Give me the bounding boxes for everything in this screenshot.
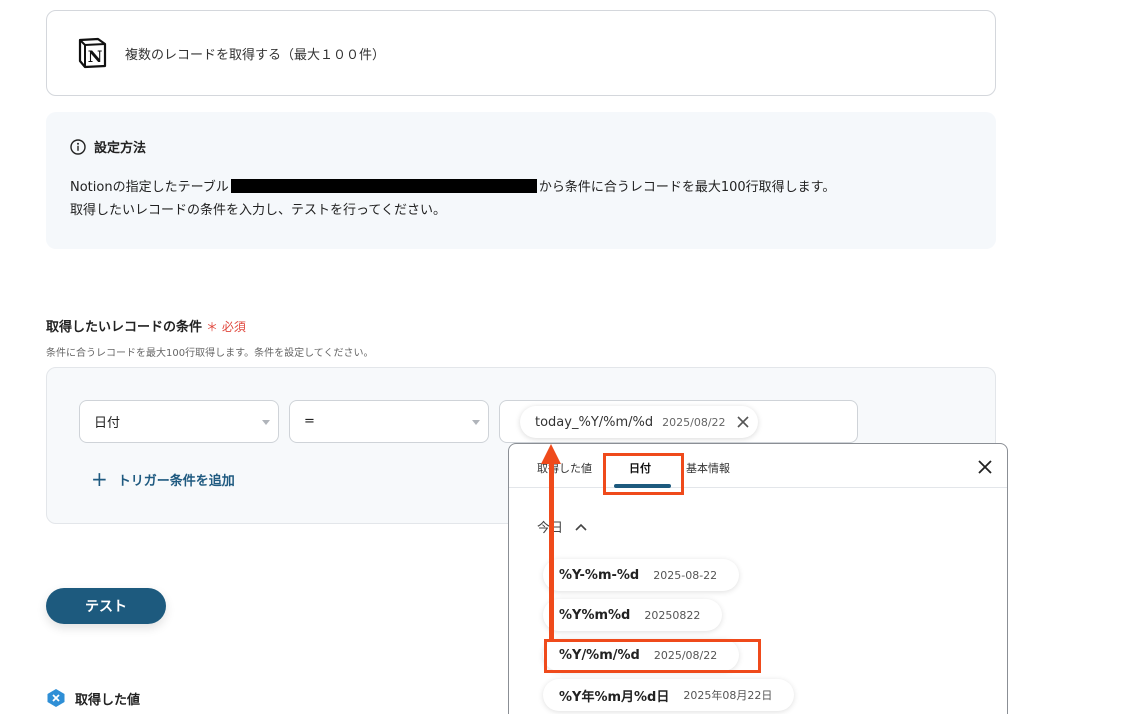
format-example: 20250822 [644,608,701,622]
format-name: %Y%m%d [559,607,631,623]
value-picker-popup: 取得した値 日付 基本情報 今日 %Y-%m-%d 2025-08-22 %Y%… [508,443,1008,714]
retrieved-values-heading: 取得した値 [46,688,140,708]
format-example: 2025-08-22 [653,568,718,582]
condition-label: 取得したいレコードの条件＊ 必須 [46,316,246,335]
field-select-caret-icon [262,420,270,425]
popup-tabs: 取得した値 日付 基本情報 [509,444,1007,495]
info-icon [70,138,86,155]
howto-heading: 設定方法 [70,137,972,156]
howto-line-2: 取得したいレコードの条件を入力し、テストを行ってください。 [70,203,446,218]
howto-line-1-prefix: Notionの指定したテーブル [70,180,229,195]
add-trigger-label: トリガー条件を追加 [117,473,235,489]
condition-label-text: 取得したいレコードの条件 [46,320,203,335]
section-today[interactable]: 今日 [537,517,587,536]
annotation-highlight-format [544,639,761,673]
howto-line-1: Notionの指定したテーブル から条件に合うレコードを最大100行取得します。 [70,176,972,199]
operator-select-value: = [304,414,315,429]
format-item[interactable]: %Y年%m月%d日 2025年08月22日 [543,679,795,711]
howto-panel: 設定方法 Notionの指定したテーブル から条件に合うレコードを最大100行取得… [46,112,996,249]
tab-basic-info[interactable]: 基本情報 [686,460,730,476]
required-mark: ＊ 必須 [206,320,246,334]
token-example: 2025/08/22 [662,415,726,429]
operator-select-caret-icon [472,420,480,425]
chevron-up-icon [575,523,587,531]
remove-token-icon[interactable] [736,415,750,429]
test-button[interactable]: テスト [46,588,166,624]
annotation-arrow-line [549,462,554,642]
annotation-arrow-head [541,444,561,464]
notion-logo-icon: N [78,37,107,69]
variable-x-icon [47,689,65,707]
close-icon[interactable] [977,459,993,475]
action-title: 複数のレコードを取得する（最大１００件） [125,47,386,63]
format-example: 2025年08月22日 [683,689,773,702]
action-card: N 複数のレコードを取得する（最大１００件） [46,10,996,96]
annotation-highlight-tab [603,453,684,495]
howto-line-1-suffix: から条件に合うレコードを最大100行取得します。 [538,180,836,195]
add-trigger-condition-button[interactable]: + トリガー条件を追加 [91,467,235,491]
retrieved-values-label: 取得した値 [75,692,141,708]
format-item[interactable]: %Y%m%d 20250822 [543,599,723,631]
svg-text:N: N [88,47,103,66]
format-name: %Y年%m月%d日 [559,689,670,705]
redacted-block [230,179,537,193]
howto-body: Notionの指定したテーブル から条件に合うレコードを最大100行取得します。 … [70,176,972,222]
field-select-value: 日付 [94,416,121,431]
plus-icon: + [91,467,108,491]
condition-description: 条件に合うレコードを最大100行取得します。条件を設定してください。 [46,348,374,359]
value-field[interactable]: today_%Y/%m/%d 2025/08/22 [499,400,858,443]
howto-heading-text: 設定方法 [94,141,147,156]
operator-select[interactable]: = [289,400,489,443]
format-name: %Y-%m-%d [559,567,640,583]
value-token[interactable]: today_%Y/%m/%d 2025/08/22 [520,406,758,438]
field-select[interactable]: 日付 [79,400,279,443]
format-item[interactable]: %Y-%m-%d 2025-08-22 [543,559,740,591]
token-name: today_%Y/%m/%d [535,414,654,430]
